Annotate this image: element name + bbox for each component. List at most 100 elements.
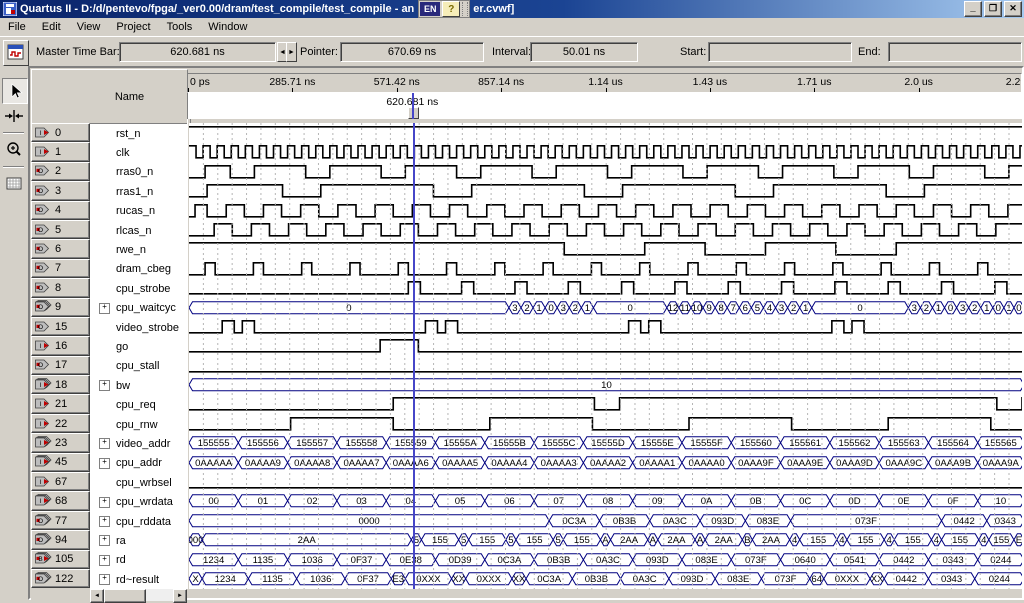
signal-number-label: 3 [55,185,61,197]
signal-number-77[interactable]: O77 [31,511,90,530]
menu-view[interactable]: View [69,19,109,35]
signal-number-6[interactable]: O6 [31,239,90,258]
master-cursor-line[interactable] [413,123,415,589]
signal-number-23[interactable]: I23 [31,433,90,452]
signal-number-label: 8 [55,282,61,294]
signal-name-rd~result[interactable]: +rd~result [90,570,187,589]
menu-file[interactable]: File [0,19,34,35]
signal-name-label: cpu_waitcyc [116,302,176,314]
signal-name-cpu_addr[interactable]: +cpu_addr [90,454,187,473]
signal-name-ra[interactable]: +ra [90,531,187,550]
expand-plus-icon[interactable]: + [99,380,110,391]
signal-number-18[interactable]: I18 [31,375,90,394]
signal-number-94[interactable]: O94 [31,530,90,549]
signal-number-122[interactable]: O122 [31,569,90,588]
master-time-spin-right-icon[interactable]: ► [286,42,297,62]
signal-number-4[interactable]: O4 [31,201,90,220]
signal-number-45[interactable]: I45 [31,453,90,472]
signal-name-rwe_n[interactable]: rwe_n [90,240,187,259]
signal-name-rucas_n[interactable]: rucas_n [90,202,187,221]
menu-project[interactable]: Project [108,19,158,35]
signal-name-cpu_stall[interactable]: cpu_stall [90,357,187,376]
zoom-tool-button[interactable] [2,138,26,162]
signal-number-22[interactable]: I22 [31,414,90,433]
signal-name-video_addr[interactable]: +video_addr [90,434,187,453]
signal-name-video_strobe[interactable]: video_strobe [90,318,187,337]
signal-name-rlcas_n[interactable]: rlcas_n [90,221,187,240]
signal-number-5[interactable]: O5 [31,220,90,239]
start-field[interactable] [708,42,852,62]
expand-plus-icon[interactable]: + [99,438,110,449]
signal-name-cpu_strobe[interactable]: cpu_strobe [90,279,187,298]
master-time-bar-field[interactable]: 620.681 ns [119,42,276,62]
menu-tools[interactable]: Tools [159,19,201,35]
window-title: Quartus II - D:/d/pentevo/fpga/_ver0.00/… [20,3,414,15]
signal-number-2[interactable]: O2 [31,162,90,181]
scroll-right-icon[interactable]: ► [173,589,187,603]
expand-plus-icon[interactable]: + [99,458,110,469]
signal-number-8[interactable]: O8 [31,278,90,297]
magnifier-icon [5,141,23,159]
signal-name-rd[interactable]: +rd [90,551,187,570]
cursor-strip[interactable]: 620.681 ns [187,93,1023,119]
signal-number-label: 4 [55,204,61,216]
signal-number-0[interactable]: I0 [31,123,90,142]
selection-tool-button[interactable] [2,78,28,104]
signal-name-rst_n[interactable]: rst_n [90,124,187,143]
maximize-button[interactable]: ❐ [984,1,1002,17]
signal-name-label: rucas_n [116,205,155,217]
waveform-edit-tool-button[interactable] [2,104,26,128]
signal-name-cpu_wrdata[interactable]: +cpu_wrdata [90,492,187,511]
scrollbar-thumb[interactable] [104,589,146,603]
signal-number-105[interactable]: B105 [31,550,90,569]
svg-text:O: O [38,188,43,195]
end-field[interactable] [888,42,1022,62]
toolbar: Master Time Bar: 620.681 ns ◄ ► Pointer:… [0,36,1024,68]
signal-name-dram_cbeg[interactable]: dram_cbeg [90,260,187,279]
ruler-tick-label: 2.29 us [1006,76,1022,88]
signal-name-cpu_rddata[interactable]: +cpu_rddata [90,512,187,531]
signal-name-rras0_n[interactable]: rras0_n [90,163,187,182]
signal-name-cpu_waitcyc[interactable]: + cpu_waitcyc [90,299,187,318]
svg-text:O: O [38,207,43,214]
signal-name-go[interactable]: go [90,337,187,356]
signal-number-7[interactable]: O7 [31,259,90,278]
scroll-left-icon[interactable]: ◄ [90,589,104,603]
signal-name-bw[interactable]: +bw [90,376,187,395]
signal-number-1[interactable]: I1 [31,142,90,161]
expand-plus-icon[interactable]: + [99,574,110,585]
menu-edit[interactable]: Edit [34,19,69,35]
keyboard-help-icon[interactable]: ? [442,1,460,17]
signal-name-rras1_n[interactable]: rras1_n [90,182,187,201]
fullscreen-tool-button[interactable] [2,172,26,196]
pointer-label: Pointer: [300,46,338,58]
waveform-editor-icon[interactable] [3,40,29,66]
expand-plus-icon[interactable]: + [99,535,110,546]
language-bar-grip-icon[interactable] [462,2,468,16]
signal-number-21[interactable]: I21 [31,394,90,413]
menu-window[interactable]: Window [200,19,255,35]
signal-number-label: 22 [55,418,67,430]
signal-number-9[interactable]: O9 [31,298,90,317]
expand-plus-icon[interactable]: + [99,516,110,527]
expand-plus-icon[interactable]: + [99,555,110,566]
signal-number-68[interactable]: I68 [31,491,90,510]
signal-name-cpu_wrbsel[interactable]: cpu_wrbsel [90,473,187,492]
signal-number-17[interactable]: O17 [31,356,90,375]
language-badge[interactable]: EN [420,2,440,16]
signal-number-16[interactable]: I16 [31,336,90,355]
scrollbar-track[interactable] [146,589,173,601]
svg-text:I: I [40,149,42,156]
time-ruler[interactable]: 0 ps285.71 ns571.42 ns857.14 ns1.14 us1.… [187,73,1022,93]
signal-name-cpu_rnw[interactable]: cpu_rnw [90,415,187,434]
signal-name-cpu_req[interactable]: cpu_req [90,395,187,414]
signal-number-67[interactable]: I67 [31,472,90,491]
signal-number-15[interactable]: O15 [31,317,90,336]
expand-plus-icon[interactable]: + [99,497,110,508]
minimize-button[interactable]: _ [964,1,982,17]
expand-plus-icon[interactable]: + [99,303,110,314]
waveform-area[interactable]: 0321032101211109876543210321032101010155… [189,123,1022,589]
close-button[interactable]: ✕ [1004,1,1022,17]
signal-name-clk[interactable]: clk [90,143,187,162]
signal-number-3[interactable]: O3 [31,181,90,200]
